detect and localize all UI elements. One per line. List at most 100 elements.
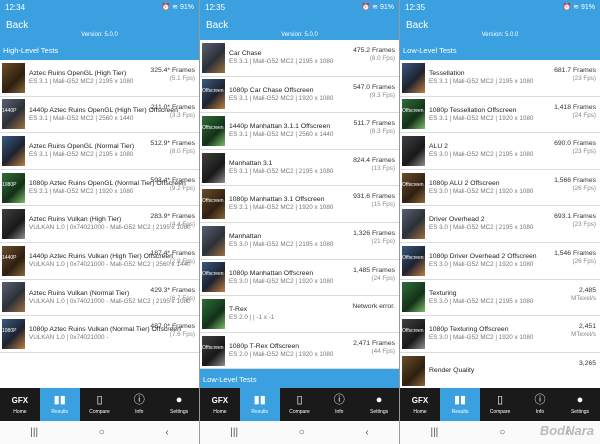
app-header: Back Version: 5.0.0 [400,14,600,40]
test-score: 283.9* Frames (4.4 Fps) [131,212,195,229]
nav-tab-settings[interactable]: ● Settings [159,388,199,421]
recent-apps-icon[interactable]: ||| [230,427,238,438]
back-icon[interactable]: ‹ [165,427,168,438]
score-fps: (8.3 Fps) [369,128,395,136]
test-thumbnail [202,152,225,183]
nav-tab-info[interactable]: ⓘ Info [520,388,560,421]
results-list[interactable]: Low-Level Tests Tessellation ES 3.1 | Ma… [400,40,600,388]
result-row[interactable]: Offscreen 1440p Manhattan 3.1.1 Offscree… [200,113,399,150]
score-value: 325.4* Frames [150,67,195,74]
back-button[interactable]: Back [6,20,28,31]
home-icon[interactable]: ○ [299,427,305,438]
nav-tab-compare[interactable]: ▯ Compare [480,388,520,421]
result-row[interactable]: Offscreen 1080p Texturing Offscreen ES 3… [400,316,600,353]
nav-tab-home[interactable]: GFX Home [200,388,240,421]
thumbnail-tag: Offscreen [202,198,224,205]
nav-tab-info[interactable]: ⓘ Info [319,388,359,421]
bar-chart-icon: ▮▮ [453,394,467,406]
nav-tab-settings[interactable]: ● Settings [359,388,399,421]
test-thumbnail: Offscreen [402,99,425,130]
home-icon[interactable]: ○ [99,427,105,438]
status-bar: 12:35 ⏰ ≋ 91% [200,0,399,14]
thumbnail-tag: 1080P [2,181,17,188]
result-row[interactable]: Offscreen 1080p Tessellation Offscreen E… [400,97,600,134]
result-row[interactable]: Aztec Ruins OpenGL (High Tier) ES 3.1 | … [0,60,199,97]
nav-tab-compare[interactable]: ▯ Compare [80,388,120,421]
phone-icon: ▯ [296,394,303,406]
result-row[interactable]: Offscreen 1080p Manhattan Offscreen ES 3… [200,260,399,297]
test-thumbnail [402,355,425,386]
score-fps: (9.2 Fps) [169,184,195,192]
results-list[interactable]: Car Chase ES 3.1 | Mali-G52 MC2 | 2195 x… [200,40,399,388]
result-row[interactable]: Tessellation ES 3.1 | Mali-G52 MC2 | 219… [400,60,600,97]
nav-tab-label: Results [251,409,269,415]
thumbnail-tag: Offscreen [402,254,424,261]
nav-tab-compare[interactable]: ▯ Compare [280,388,320,421]
thumbnail-tag: Offscreen [402,181,424,188]
score-value: 1,418 Frames [554,103,596,111]
results-list[interactable]: High-Level Tests Aztec Ruins OpenGL (Hig… [0,40,199,388]
score-value: 2,485 [578,286,596,294]
test-score: Network error. [331,302,395,311]
nav-tab-label: Results [451,409,469,415]
result-row[interactable]: Manhattan 3.1 ES 3.1 | Mali-G52 MC2 | 21… [200,150,399,187]
person-icon: ● [576,394,584,406]
back-icon[interactable]: ‹ [365,427,368,438]
bottom-nav: GFX Home ▮▮ Results ▯ Compare ⓘ Info ● S… [200,388,399,421]
score-value: 824.4 Frames [353,156,395,164]
nav-tab-results[interactable]: ▮▮ Results [239,388,280,421]
nav-tab-settings[interactable]: ● Settings [560,388,600,421]
back-button[interactable]: Back [206,20,228,31]
recent-apps-icon[interactable]: ||| [430,427,438,438]
result-row[interactable]: Offscreen 1080p Manhattan 3.1 Offscreen … [200,186,399,223]
bottom-nav: GFX Home ▮▮ Results ▯ Compare ⓘ Info ● S… [400,388,600,421]
result-row[interactable]: 1440P 1440p Aztec Ruins Vulkan (High Tie… [0,243,199,280]
nav-tab-results[interactable]: ▮▮ Results [440,388,480,421]
result-row[interactable]: ALU 2 ES 3.0 | Mali-G52 MC2 | 2195 x 108… [400,133,600,170]
nav-tab-home[interactable]: GFX Home [0,388,40,421]
result-row[interactable]: T-Rex ES 2.0 | | -1 x -1 Network error. [200,296,399,333]
nav-tab-info[interactable]: ⓘ Info [119,388,159,421]
result-row[interactable]: 1440P 1440p Aztec Ruins OpenGL (High Tie… [0,97,199,134]
status-time: 12:35 [205,2,226,12]
gfx-logo: GFX [411,396,429,405]
thumbnail-tag: Offscreen [402,108,424,115]
test-thumbnail: Offscreen [402,245,425,276]
result-row[interactable]: Manhattan ES 3.0 | Mali-G52 MC2 | 2195 x… [200,223,399,260]
result-row[interactable]: Aztec Ruins Vulkan (Normal Tier) VULKAN … [0,280,199,317]
back-button[interactable]: Back [406,20,428,31]
nav-tab-home[interactable]: GFX Home [400,388,440,421]
test-thumbnail: Offscreen [202,115,225,146]
app-header: Back Version: 5.0.0 [200,14,399,40]
test-score: 824.4 Frames (13 Fps) [331,156,395,173]
score-value: 1,566 Frames [554,176,596,184]
result-row[interactable]: Offscreen 1080p T-Rex Offscreen ES 2.0 |… [200,333,399,370]
result-row[interactable]: Offscreen 1080p ALU 2 Offscreen ES 3.0 |… [400,170,600,207]
score-value: 429.3* Frames [150,286,195,294]
result-row[interactable]: Aztec Ruins Vulkan (High Tier) VULKAN 1.… [0,206,199,243]
test-score: 429.3* Frames (6.7 Fps) [131,286,195,303]
thumbnail-tag: 1440P [2,254,17,261]
home-icon[interactable]: ○ [499,427,505,438]
result-row[interactable]: Texturing ES 3.0 | Mali-G52 MC2 | 2195 x… [400,280,600,317]
score-value: 681.7 Frames [554,67,596,74]
recent-apps-icon[interactable]: ||| [30,427,38,438]
result-row[interactable]: Offscreen 1080p Driver Overhead 2 Offscr… [400,243,600,280]
bar-chart-icon: ▮▮ [253,394,266,406]
bar-chart-icon: ▮▮ [53,394,66,406]
nav-tab-label: Home [413,409,427,415]
result-row[interactable]: Offscreen 1080p Car Chase Offscreen ES 3… [200,77,399,114]
nav-tab-results[interactable]: ▮▮ Results [39,388,80,421]
result-row[interactable]: 1080P 1080p Aztec Ruins Vulkan (Normal T… [0,316,199,353]
result-row[interactable]: Car Chase ES 3.1 | Mali-G52 MC2 | 2195 x… [200,40,399,77]
score-fps: (13 Fps) [371,164,395,172]
result-row[interactable]: Render Quality 3,265 [400,353,600,388]
test-thumbnail: 1080P [2,172,25,203]
result-row[interactable]: Aztec Ruins OpenGL (Normal Tier) ES 3.1 … [0,133,199,170]
result-row[interactable]: 1080P 1080p Aztec Ruins OpenGL (Normal T… [0,170,199,207]
status-time: 12:34 [5,2,26,12]
score-fps: (44 Fps) [371,347,395,355]
result-row[interactable]: Driver Overhead 2 ES 3.0 | Mali-G52 MC2 … [400,206,600,243]
score-fps: (3.3 Fps) [169,111,195,119]
test-score: 211.0* Frames (3.3 Fps) [131,103,195,120]
